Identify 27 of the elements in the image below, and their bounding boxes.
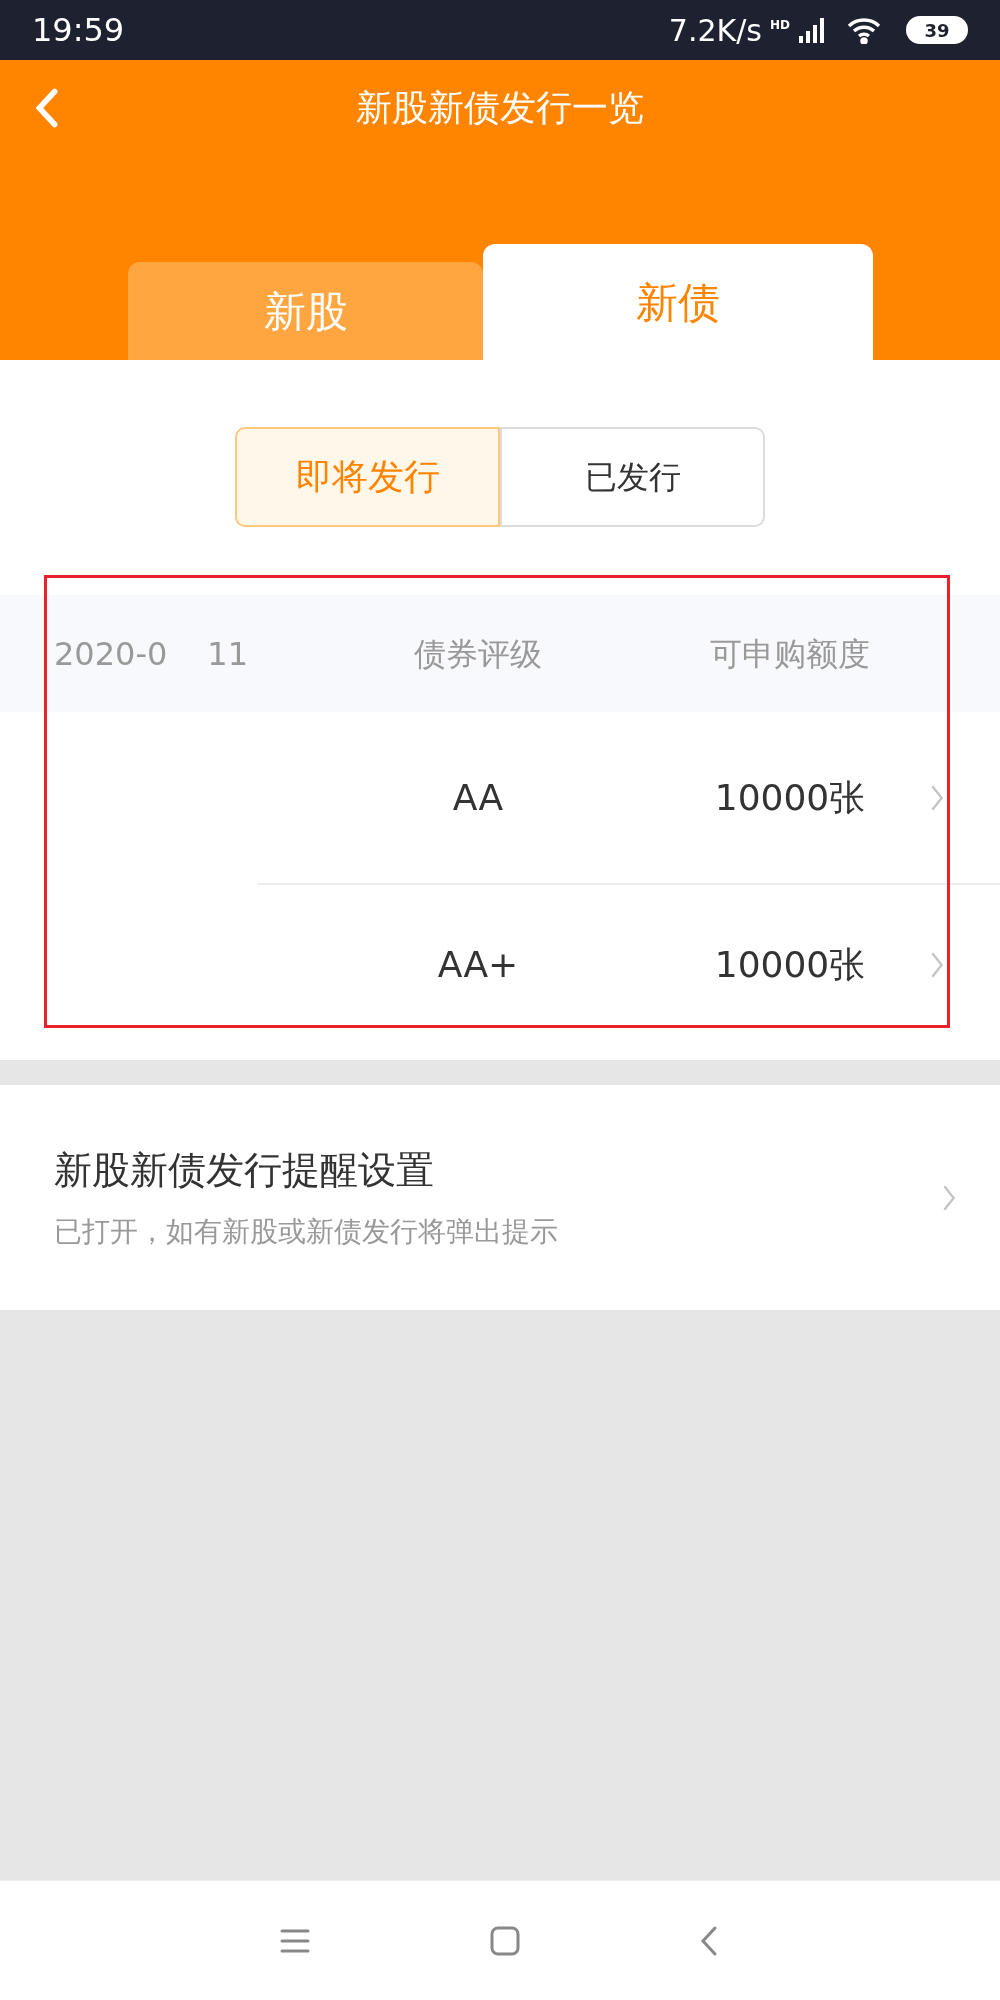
menu-icon[interactable] — [280, 1927, 310, 1954]
bond-rating: AA — [451, 775, 505, 820]
wifi-icon — [846, 16, 882, 44]
home-icon[interactable] — [490, 1925, 520, 1956]
segment-button[interactable]: 已发行 — [500, 427, 765, 527]
subscription-quota: 10000张 — [713, 943, 867, 987]
chevron-right-icon — [930, 951, 944, 979]
reminder-subtitle: 已打开，如有新股或新债发行将弹出提示 — [54, 1214, 558, 1250]
bond-row[interactable]: AA+ 10000张 — [258, 885, 1000, 1045]
reminder-title: 新股新债发行提醒设置 — [54, 1147, 435, 1194]
column-header: 债券评级 — [413, 633, 543, 675]
back-icon[interactable] — [700, 1925, 718, 1956]
bond-rating: AA+ — [436, 943, 520, 987]
page-title: 新股新债发行一览 — [356, 86, 644, 130]
reminder-setting[interactable]: 新股新债发行提醒设置 已打开，如有新股或新债发行将弹出提示 — [0, 1085, 1000, 1310]
date-label: 2020-0 — [54, 633, 168, 675]
network-type: HD — [770, 16, 790, 34]
network-speed: 7.2K/s — [668, 11, 762, 50]
battery-level: 39 — [906, 16, 968, 44]
bond-row[interactable]: AA 10000张 — [258, 712, 1000, 885]
signal-icon — [798, 16, 826, 44]
status-time: 19:59 — [32, 10, 125, 51]
column-header: 可申购额度 — [709, 633, 871, 675]
chevron-right-icon — [942, 1183, 956, 1212]
subscription-quota: 10000张 — [713, 775, 867, 820]
chevron-right-icon — [930, 783, 944, 812]
date-label: 11 — [207, 633, 249, 675]
